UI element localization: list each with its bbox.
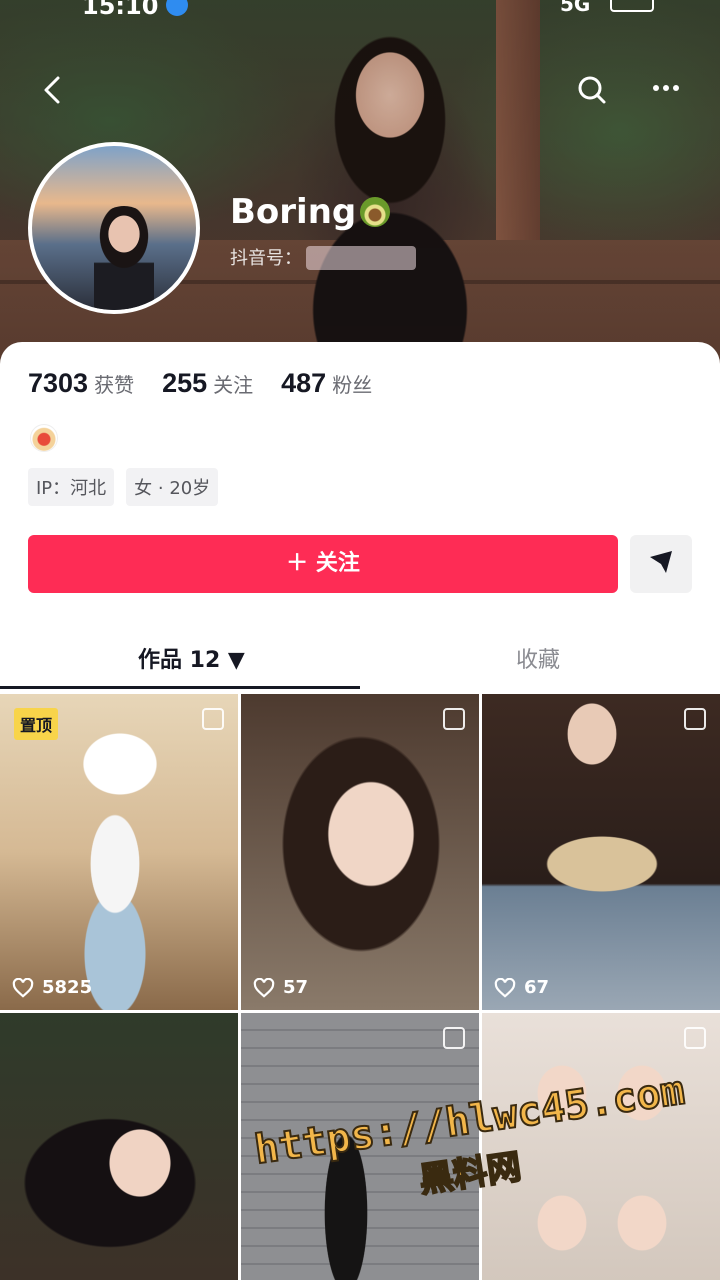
stat-followers-label: 粉丝: [332, 373, 373, 397]
active-tab-underline: [0, 686, 360, 689]
tag-gender-age: 女 · 20岁: [126, 468, 219, 506]
tab-favorites[interactable]: 收藏: [516, 642, 560, 674]
heart-icon: [253, 977, 275, 998]
pinned-badge: 置顶: [14, 708, 59, 740]
like-count-value: 67: [524, 977, 550, 998]
tab-works[interactable]: 作品 12 ▼: [138, 642, 245, 674]
multi-image-icon: [202, 708, 224, 730]
like-count: 67: [494, 977, 549, 998]
multi-image-icon: [443, 1027, 465, 1049]
stat-likes-label: 获赞: [94, 373, 135, 397]
multi-image-icon: [684, 1027, 706, 1049]
follow-button[interactable]: ＋ 关注: [28, 535, 618, 593]
like-count-value: 5825: [42, 977, 93, 998]
content-tabs: 作品 12 ▼ 收藏: [0, 634, 720, 690]
video-thumbnail[interactable]: 置顶 5825: [0, 694, 238, 1010]
search-icon[interactable]: [572, 70, 612, 110]
tag-ip-location: IP：河北: [28, 468, 115, 506]
douyin-id: 抖音号：: [230, 244, 416, 270]
like-count-value: 57: [283, 977, 309, 998]
location-arrow-icon: [166, 0, 188, 16]
douyin-id-redacted: [306, 246, 416, 270]
send-message-button[interactable]: [630, 535, 692, 593]
video-thumbnail[interactable]: 57: [241, 694, 479, 1010]
bio-food-emoji-icon: [30, 424, 58, 452]
like-count: 57: [253, 977, 308, 998]
video-thumbnail[interactable]: [0, 1013, 238, 1280]
profile-tags: IP：河北 女 · 20岁: [28, 468, 219, 506]
stat-likes-value: 7303: [28, 368, 89, 398]
status-time: 15:10: [82, 0, 159, 20]
avatar[interactable]: [28, 142, 200, 314]
stat-likes[interactable]: 7303 获赞: [28, 368, 134, 399]
multi-image-icon: [443, 708, 465, 730]
profile-name: Boring: [230, 192, 391, 232]
more-options-icon[interactable]: [646, 70, 686, 110]
stat-followers-value: 487: [281, 368, 327, 398]
stat-following-label: 关注: [213, 373, 254, 397]
profile-stats: 7303 获赞 255 关注 487 粉丝: [28, 368, 372, 399]
network-indicator: 5G: [560, 0, 591, 16]
send-arrow-icon: [650, 551, 672, 573]
stat-following-value: 255: [162, 368, 208, 398]
heart-icon: [12, 977, 34, 998]
stat-followers[interactable]: 487 粉丝: [281, 368, 372, 399]
video-thumbnail[interactable]: 67: [482, 694, 720, 1010]
back-icon[interactable]: [34, 70, 74, 110]
avocado-emoji-icon: [360, 197, 391, 227]
heart-icon: [494, 977, 516, 998]
like-count: 5825: [12, 977, 92, 998]
status-bar: 15:10 5G: [0, 0, 720, 20]
profile-name-text: Boring: [230, 192, 357, 232]
douyin-id-label: 抖音号：: [230, 248, 302, 269]
battery-icon: [610, 0, 654, 12]
avatar-person: [94, 206, 154, 310]
stat-following[interactable]: 255 关注: [162, 368, 253, 399]
multi-image-icon: [684, 708, 706, 730]
